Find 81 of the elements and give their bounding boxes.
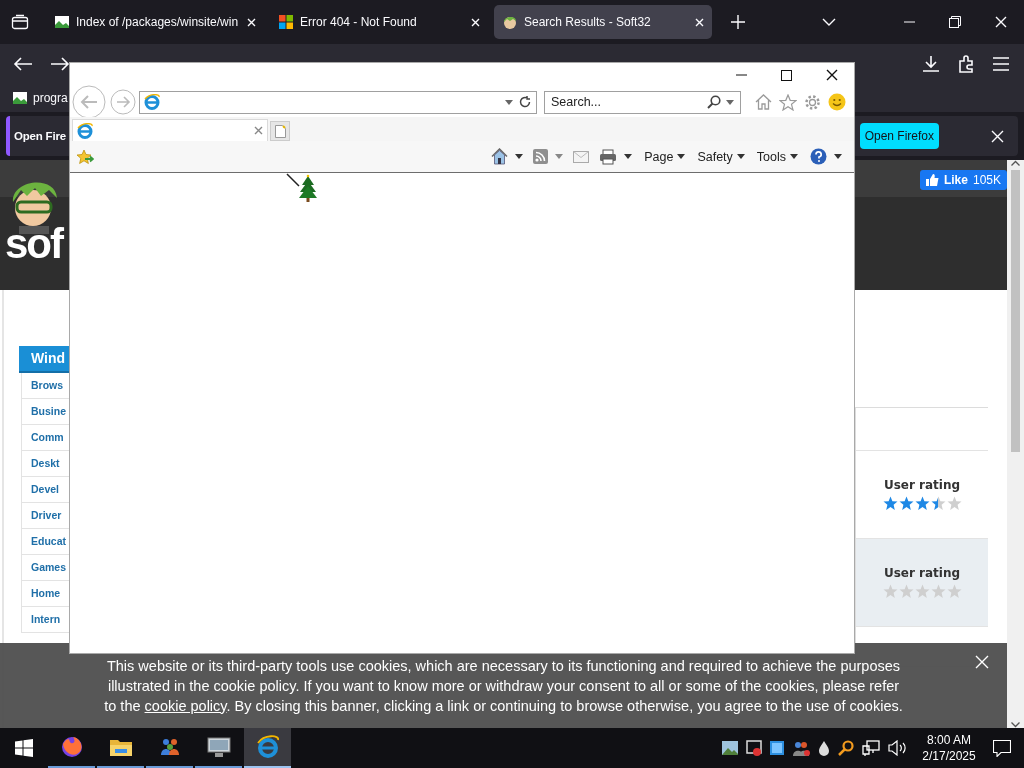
head-icon: [502, 14, 518, 30]
search-field[interactable]: Search...: [544, 90, 741, 114]
magnifier-icon[interactable]: [838, 740, 854, 756]
ie-logo-icon: [144, 94, 160, 110]
home-icon[interactable]: [491, 148, 509, 165]
monitor-icon[interactable]: [206, 736, 231, 758]
star-icon: [930, 496, 946, 511]
star-icon: [898, 496, 914, 511]
browser-tab[interactable]: Error 404 - Not Found: [270, 5, 488, 39]
speaker-icon[interactable]: [888, 740, 908, 756]
star-icon: [882, 496, 898, 511]
thumbs-up-icon: [925, 174, 939, 186]
star-icon: [946, 584, 962, 599]
caret-icon[interactable]: [505, 99, 513, 105]
taskbar-app[interactable]: [244, 728, 291, 768]
caret-icon[interactable]: [726, 99, 734, 105]
ie-logo-icon: [77, 122, 93, 139]
folder-icon[interactable]: [108, 737, 133, 757]
refresh-icon[interactable]: [519, 96, 531, 108]
favorites-icon[interactable]: [76, 148, 94, 165]
star-icon: [930, 584, 946, 599]
drop-icon[interactable]: [818, 740, 830, 756]
cookie-notice: This website or its third-party tools use cookies, which are necessary to its functioning and required to achieve the purposes illustrated in the cookie policy. If you want to know more or withdraw your consent to all or some of the cookies, please refer to the cookie policy. By closing this banner, clicking a link or continuing to browse otherwise, you agree to the use of cookies.: [103, 656, 904, 716]
smiley-icon[interactable]: [828, 93, 846, 111]
image-icon: [12, 90, 28, 106]
close-icon[interactable]: [825, 69, 838, 81]
tiles-icon: [278, 14, 294, 30]
search-field[interactable]: Search...: [551, 95, 702, 109]
chevron-down-icon[interactable]: [822, 18, 836, 26]
new-tab-icon[interactable]: [730, 14, 746, 30]
star-icon: [914, 584, 930, 599]
network-icon[interactable]: [862, 740, 880, 756]
settings-icon[interactable]: [804, 93, 821, 111]
star-icon: [882, 584, 898, 599]
star-icon: [914, 496, 930, 511]
address-field[interactable]: [139, 90, 537, 114]
site-logo[interactable]: sof: [5, 224, 63, 264]
menu-button[interactable]: Safety: [697, 149, 745, 164]
category-heading: Wind: [19, 346, 69, 373]
menu-button[interactable]: Tools: [756, 149, 798, 164]
scroll-down-icon[interactable]: [1011, 722, 1020, 728]
printer-icon[interactable]: [599, 148, 618, 165]
rating-label: User rating: [883, 478, 961, 492]
tab-list-icon[interactable]: [11, 14, 29, 30]
help-icon[interactable]: [810, 148, 827, 165]
download-icon[interactable]: [922, 55, 940, 73]
search-icon[interactable]: [707, 95, 721, 109]
clock-time[interactable]: 8:00 AM: [927, 732, 971, 748]
extensions-icon[interactable]: [957, 55, 975, 73]
restore-icon[interactable]: [949, 16, 961, 28]
open-firefox-button[interactable]: Open Firefox: [859, 123, 939, 149]
browser-tab[interactable]: [72, 119, 268, 141]
scrollbar[interactable]: [1007, 160, 1024, 728]
flame-globe-icon[interactable]: [59, 735, 84, 759]
menu-button[interactable]: Page: [644, 149, 686, 164]
tree-drawing: [286, 173, 320, 202]
star-icon: [898, 584, 914, 599]
browser-tab[interactable]: Search Results - Soft32: [494, 5, 712, 39]
cookie-policy-link[interactable]: cookie policy: [144, 697, 227, 714]
maximize-icon[interactable]: [781, 69, 792, 81]
star-outline-icon[interactable]: [779, 93, 797, 111]
new-tab-button[interactable]: [270, 121, 290, 141]
like-button[interactable]: Like 105K: [919, 170, 1007, 190]
windows-icon[interactable]: [15, 739, 33, 757]
image-icon: [54, 14, 70, 30]
menu-icon[interactable]: [992, 57, 1010, 71]
bookmark-link[interactable]: progra: [12, 90, 68, 106]
ring-logo-icon[interactable]: [255, 735, 280, 759]
photo-icon[interactable]: [722, 741, 738, 755]
page-icon: [274, 124, 286, 138]
feed-icon[interactable]: [533, 149, 549, 164]
forward-icon[interactable]: [50, 56, 70, 72]
clock-date[interactable]: 2/17/2025: [922, 748, 976, 764]
notification-text: Open Fire: [14, 130, 66, 142]
notification-icon[interactable]: [993, 739, 1011, 757]
rating-label: User rating: [883, 566, 961, 580]
back-icon[interactable]: [13, 56, 33, 72]
browser-tab[interactable]: Index of /packages/winsite/win: [46, 5, 264, 39]
scroll-up-icon[interactable]: [1011, 160, 1020, 166]
star-icon: [946, 496, 962, 511]
people-icon[interactable]: [792, 740, 810, 756]
